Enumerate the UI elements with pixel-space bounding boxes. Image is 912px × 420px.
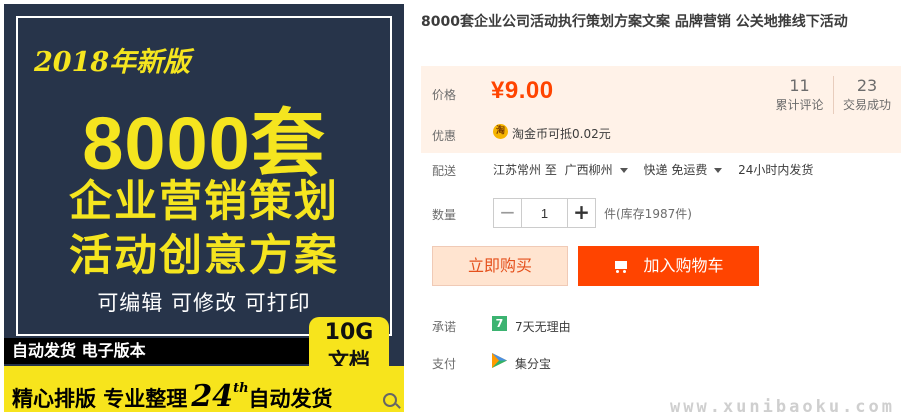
promo-text: 淘金币可抵0.02元 [512,127,611,141]
price-currency: ¥ [491,77,505,104]
buy-now-button[interactable]: 立即购买 [432,246,568,286]
trades-count: 23 [856,76,878,95]
trades-stat: 23 交易成功 [833,76,901,114]
cart-icon [613,261,629,273]
shipping-destination: 广西柳州 [564,163,613,177]
image-headline-1: 企业营销策划 [69,177,339,227]
price-box: 价格 ¥9.00 11 累计评论 23 交易成功 优惠 淘 淘金币可抵0.02元 [421,66,901,153]
shipping-method: 快递 免运费 [643,163,708,177]
trades-label: 交易成功 [842,98,891,112]
quantity-increase-button[interactable]: + [567,199,595,227]
shipping-destination-select[interactable]: 广西柳州 [565,163,636,177]
price-value: ¥9.00 [491,77,554,105]
shipping-from: 江苏常州 至 [493,163,557,177]
image-headline-2: 活动创意方案 [69,231,339,281]
chevron-down-icon [619,168,628,173]
stock-text: 件(库存1987件) [604,207,692,221]
product-image[interactable]: 2018年新版 8000套 企业营销策划 活动创意方案 可编辑 可修改 可打印 … [4,4,404,412]
quantity-decrease-button[interactable]: − [494,199,522,227]
watermark: www.xunibaoku.com [670,397,895,417]
quantity-input[interactable] [522,199,567,227]
taobao-coin-icon: 淘 [493,124,508,139]
banner-superscript: th [233,381,249,396]
badge-size: 10G [324,320,374,345]
promise-text[interactable]: 7天无理由 [515,318,571,335]
image-bottom-banner: 精心排版 专业整理 24th自动发货 [4,366,404,412]
jifenbao-icon [492,353,507,368]
promo-label: 优惠 [432,129,457,143]
image-features: 可编辑 可修改 可打印 [97,291,311,315]
promise-label: 承诺 [432,320,457,334]
banner-text-1: 精心排版 专业整理 [12,387,188,411]
reviews-label: 累计评论 [775,98,824,112]
price-label: 价格 [432,88,457,102]
banner-number: 24 [191,379,234,412]
add-to-cart-button[interactable]: 加入购物车 [578,246,759,286]
zoom-icon[interactable] [383,393,397,407]
reviews-stat[interactable]: 11 累计评论 [766,76,834,114]
payment-label: 支付 [432,357,457,371]
seven-day-return-icon: 7 [492,316,507,331]
payment-text[interactable]: 集分宝 [515,355,551,372]
chevron-down-icon [714,168,723,173]
image-year-label: 2018年新版 [34,47,191,78]
add-to-cart-label: 加入购物车 [643,256,724,275]
product-title: 8000套企业公司活动执行策划方案文案 品牌营销 公关地推线下活动 [421,14,848,30]
quantity-stepper: − + [493,198,596,228]
image-delivery-bar: 自动发货 电子版本 [4,338,309,364]
price-amount: 9.00 [504,77,554,104]
quantity-label: 数量 [432,208,457,222]
shipping-method-select[interactable]: 快递 免运费 [644,163,731,177]
shipping-row: 江苏常州 至 广西柳州 快递 免运费 24小时内发货 [493,161,817,178]
reviews-count: 11 [789,76,810,95]
shipping-time: 24小时内发货 [738,163,814,177]
shipping-label: 配送 [432,164,457,178]
banner-text-2: 自动发货 [248,387,333,411]
